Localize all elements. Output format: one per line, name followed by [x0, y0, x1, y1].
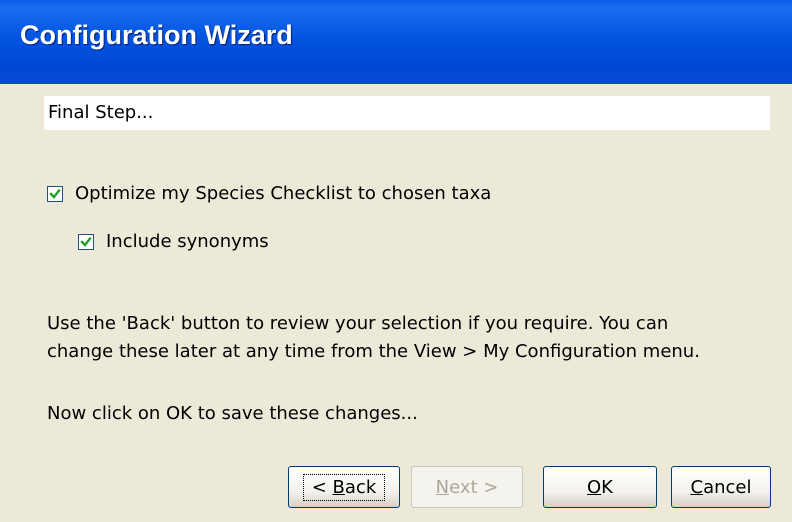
optimize-checkbox[interactable] [47, 185, 63, 202]
instruction-text: Now click on OK to save these changes... [47, 403, 418, 424]
ok-button-label: OK [587, 476, 613, 498]
window-title: Configuration Wizard [20, 20, 293, 50]
checkmark-icon [49, 188, 61, 199]
optimize-checklist-option[interactable]: Optimize my Species Checklist to chosen … [47, 183, 491, 204]
include-synonyms-option[interactable]: Include synonyms [78, 231, 269, 252]
back-button[interactable]: < Back [288, 466, 400, 508]
include-synonyms-label: Include synonyms [106, 231, 269, 252]
wizard-client-area: Final Step... Optimize my Species Checkl… [0, 84, 792, 522]
cancel-button[interactable]: Cancel [671, 466, 771, 508]
next-button-label: Next > [435, 476, 499, 498]
optimize-checkbox-label: Optimize my Species Checklist to chosen … [75, 183, 492, 204]
info-line-2: change these later at any time from the … [47, 341, 700, 362]
step-header: Final Step... [44, 96, 770, 130]
checkmark-icon [80, 236, 92, 247]
ok-button[interactable]: OK [543, 466, 657, 508]
configuration-wizard-window: Configuration Wizard Final Step... Optim… [0, 0, 792, 522]
include-synonyms-checkbox[interactable] [78, 233, 94, 250]
cancel-button-label: Cancel [690, 476, 752, 498]
title-bar[interactable]: Configuration Wizard [0, 0, 792, 84]
step-title: Final Step... [48, 102, 154, 123]
back-button-label: < Back [302, 473, 386, 501]
next-button[interactable]: Next > [411, 466, 523, 508]
info-line-1: Use the 'Back' button to review your sel… [47, 313, 669, 334]
